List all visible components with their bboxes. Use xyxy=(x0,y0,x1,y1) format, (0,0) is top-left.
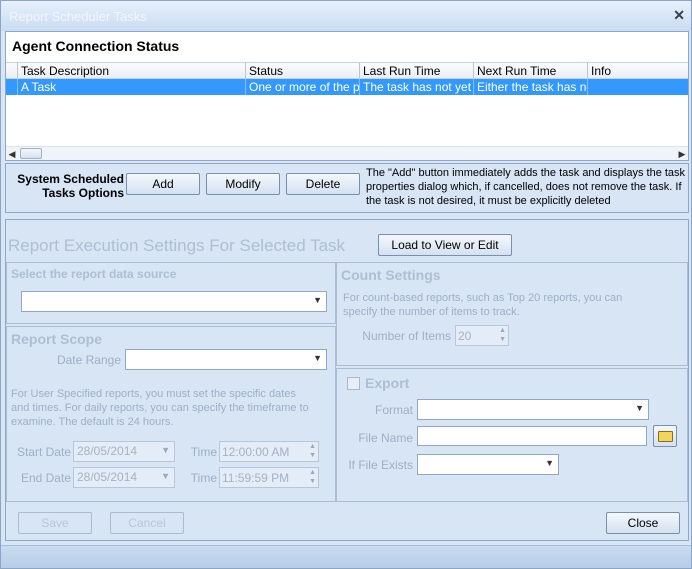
end-date-label: End Date xyxy=(20,471,71,485)
export-title: Export xyxy=(365,375,410,391)
start-date-label: Start Date xyxy=(16,445,71,459)
number-of-items-spinner[interactable]: 20 ▲ ▼ xyxy=(455,325,509,346)
format-select[interactable]: ▼ xyxy=(417,399,649,420)
spinner-arrows-icon[interactable]: ▲ ▼ xyxy=(499,326,506,344)
start-time-value: 12:00:00 AM xyxy=(222,445,290,459)
data-source-section: Select the report data source ▼ xyxy=(6,262,336,324)
modify-button[interactable]: Modify xyxy=(206,173,280,195)
end-date-picker[interactable]: 28/05/2014 ▼ xyxy=(73,467,175,488)
save-button[interactable]: Save xyxy=(18,512,92,534)
spinner-arrows-icon[interactable]: ▲ ▼ xyxy=(309,442,316,460)
status-bar xyxy=(1,545,691,568)
column-header-task-description[interactable]: Task Description xyxy=(18,63,246,78)
grid-header: Task Description Status Last Run Time Ne… xyxy=(6,63,688,79)
title-bar: Report Scheduler Tasks ✕ xyxy=(1,1,691,31)
start-date-value: 28/05/2014 xyxy=(77,444,138,458)
column-header-info[interactable]: Info xyxy=(588,63,688,78)
count-help-text: For count-based reports, such as Top 20 … xyxy=(343,292,623,318)
report-execution-panel: Report Execution Settings For Selected T… xyxy=(5,219,689,541)
cell-task-description[interactable]: A Task xyxy=(18,79,246,95)
cancel-button[interactable]: Cancel xyxy=(110,512,184,534)
tasks-options-panel: System Scheduled Tasks Options Add Modif… xyxy=(5,163,689,213)
scroll-left-icon[interactable]: ◀ xyxy=(6,147,18,160)
execution-settings-title: Report Execution Settings For Selected T… xyxy=(8,236,346,255)
if-file-exists-select[interactable]: ▼ xyxy=(417,454,559,475)
count-settings-section: Count Settings For count-based reports, … xyxy=(336,262,688,366)
browse-folder-button[interactable] xyxy=(653,425,677,447)
spinner-arrows-icon[interactable]: ▲ ▼ xyxy=(309,468,316,486)
report-scheduler-window: Report Scheduler Tasks ✕ Agent Connectio… xyxy=(0,0,692,569)
cell-info[interactable] xyxy=(588,79,688,95)
row-header-corner xyxy=(6,63,18,78)
chevron-down-icon: ▼ xyxy=(161,445,170,455)
start-time-spinner[interactable]: 12:00:00 AM ▲ ▼ xyxy=(219,441,319,462)
scrollbar-thumb[interactable] xyxy=(20,148,42,159)
horizontal-scrollbar[interactable]: ◀ ▶ xyxy=(6,146,688,160)
end-time-value: 11:59:59 PM xyxy=(222,471,290,485)
close-button[interactable]: Close xyxy=(606,512,680,534)
chevron-down-icon: ▼ xyxy=(313,295,322,305)
chevron-down-icon: ▼ xyxy=(635,403,644,413)
count-settings-title: Count Settings xyxy=(341,267,441,283)
file-name-label: File Name xyxy=(358,431,413,445)
end-time-label: Time xyxy=(190,471,217,485)
end-time-spinner[interactable]: 11:59:59 PM ▲ ▼ xyxy=(219,467,319,488)
report-scope-section: Report Scope Date Range ▼ For User Speci… xyxy=(6,326,336,502)
close-icon[interactable]: ✕ xyxy=(673,7,685,24)
cell-last-run-time[interactable]: The task has not yet ru xyxy=(360,79,474,95)
start-date-picker[interactable]: 28/05/2014 ▼ xyxy=(73,441,175,462)
agent-connection-status-panel: Agent Connection Status Task Description… xyxy=(5,31,689,161)
table-row[interactable]: A Task One or more of the pro The task h… xyxy=(6,79,688,95)
add-button[interactable]: Add xyxy=(126,173,200,195)
start-time-label: Time xyxy=(190,445,217,459)
format-label: Format xyxy=(374,403,413,417)
export-section: Export Format ▼ File Name If File Exists… xyxy=(336,368,688,502)
delete-button[interactable]: Delete xyxy=(286,173,360,195)
add-button-note: The "Add" button immediately adds the ta… xyxy=(366,167,686,207)
number-of-items-label: Number of Items xyxy=(362,329,451,343)
report-scope-title: Report Scope xyxy=(11,331,103,347)
column-header-last-run-time[interactable]: Last Run Time xyxy=(360,63,474,78)
date-range-label: Date Range xyxy=(56,353,121,367)
tasks-grid: Task Description Status Last Run Time Ne… xyxy=(6,62,688,160)
column-header-next-run-time[interactable]: Next Run Time xyxy=(474,63,588,78)
window-title: Report Scheduler Tasks xyxy=(9,9,147,24)
chevron-down-icon: ▼ xyxy=(161,471,170,481)
scroll-right-icon[interactable]: ▶ xyxy=(676,147,688,160)
scope-help-text: For User Specified reports, you must set… xyxy=(11,388,309,428)
status-panel-title: Agent Connection Status xyxy=(12,38,180,54)
data-source-title: Select the report data source xyxy=(11,267,177,281)
cell-next-run-time[interactable]: Either the task has no xyxy=(474,79,588,95)
data-source-select[interactable]: ▼ xyxy=(21,291,327,312)
export-checkbox[interactable] xyxy=(347,377,360,390)
chevron-down-icon: ▼ xyxy=(545,458,554,468)
load-to-view-button[interactable]: Load to View or Edit xyxy=(378,234,512,256)
tasks-options-label: System Scheduled Tasks Options xyxy=(17,172,124,200)
date-range-select[interactable]: ▼ xyxy=(125,349,327,370)
folder-icon xyxy=(658,431,673,442)
chevron-down-icon: ▼ xyxy=(313,353,322,363)
end-date-value: 28/05/2014 xyxy=(77,470,138,484)
file-name-input[interactable] xyxy=(417,426,647,446)
column-header-status[interactable]: Status xyxy=(246,63,360,78)
number-of-items-value: 20 xyxy=(458,329,472,343)
if-file-exists-label: If File Exists xyxy=(348,458,413,472)
row-selector[interactable] xyxy=(6,79,18,95)
cell-status[interactable]: One or more of the pro xyxy=(246,79,360,95)
